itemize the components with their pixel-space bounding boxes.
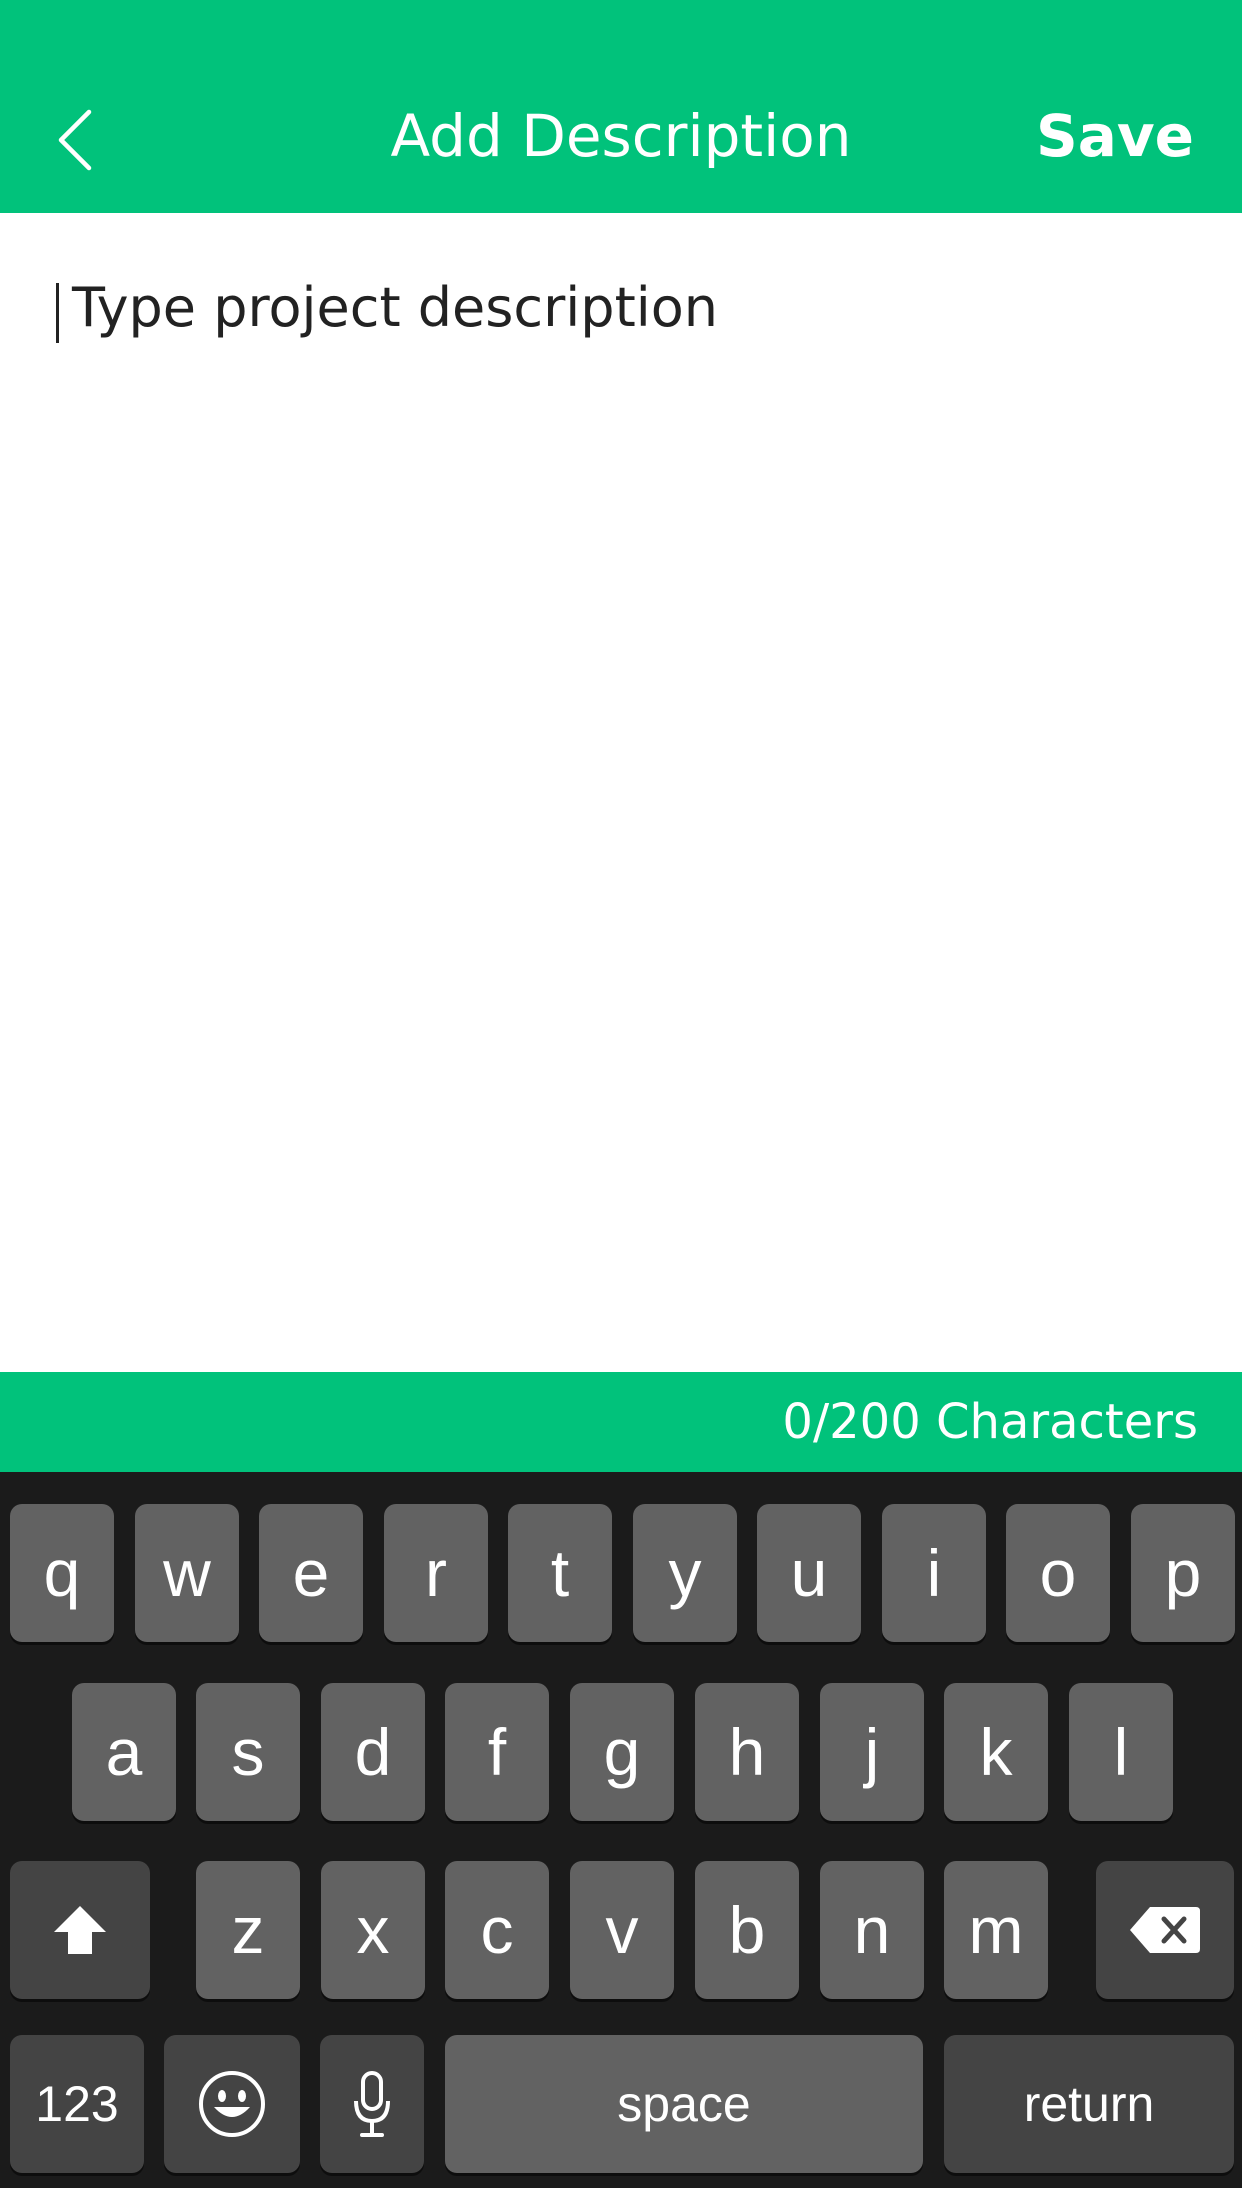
microphone-icon	[354, 2071, 390, 2137]
save-button[interactable]: Save	[1036, 96, 1194, 176]
mic-key[interactable]	[320, 2035, 424, 2173]
key-h[interactable]: h	[695, 1683, 799, 1821]
shift-arrow-icon	[54, 1906, 106, 1954]
key-x[interactable]: x	[321, 1861, 425, 1999]
key-f[interactable]: f	[445, 1683, 549, 1821]
key-s[interactable]: s	[196, 1683, 300, 1821]
key-j[interactable]: j	[820, 1683, 924, 1821]
keyboard: q w e r t y u i o p a s d f g h j k l z …	[0, 1472, 1242, 2188]
backspace-icon	[1130, 1907, 1200, 1953]
key-p[interactable]: p	[1131, 1504, 1235, 1642]
top-bar: Add Description Save	[0, 0, 1242, 213]
return-key[interactable]: return	[944, 2035, 1234, 2173]
key-q[interactable]: q	[10, 1504, 114, 1642]
key-u[interactable]: u	[757, 1504, 861, 1642]
space-key[interactable]: space	[445, 2035, 923, 2173]
numbers-key[interactable]: 123	[10, 2035, 144, 2173]
key-e[interactable]: e	[259, 1504, 363, 1642]
key-w[interactable]: w	[135, 1504, 239, 1642]
key-c[interactable]: c	[445, 1861, 549, 1999]
emoji-icon	[199, 2071, 265, 2137]
shift-key[interactable]	[10, 1861, 150, 1999]
key-a[interactable]: a	[72, 1683, 176, 1821]
emoji-key[interactable]	[164, 2035, 300, 2173]
key-t[interactable]: t	[508, 1504, 612, 1642]
key-v[interactable]: v	[570, 1861, 674, 1999]
character-counter: 0/200 Characters	[782, 1394, 1198, 1450]
key-d[interactable]: d	[321, 1683, 425, 1821]
key-k[interactable]: k	[944, 1683, 1048, 1821]
key-m[interactable]: m	[944, 1861, 1048, 1999]
key-z[interactable]: z	[196, 1861, 300, 1999]
key-l[interactable]: l	[1069, 1683, 1173, 1821]
key-g[interactable]: g	[570, 1683, 674, 1821]
character-counter-bar: 0/200 Characters	[0, 1372, 1242, 1472]
description-input[interactable]	[50, 273, 1200, 1333]
key-b[interactable]: b	[695, 1861, 799, 1999]
key-y[interactable]: y	[633, 1504, 737, 1642]
key-r[interactable]: r	[384, 1504, 488, 1642]
key-i[interactable]: i	[882, 1504, 986, 1642]
key-n[interactable]: n	[820, 1861, 924, 1999]
description-editor	[0, 213, 1242, 1372]
delete-key[interactable]	[1096, 1861, 1234, 1999]
key-o[interactable]: o	[1006, 1504, 1110, 1642]
